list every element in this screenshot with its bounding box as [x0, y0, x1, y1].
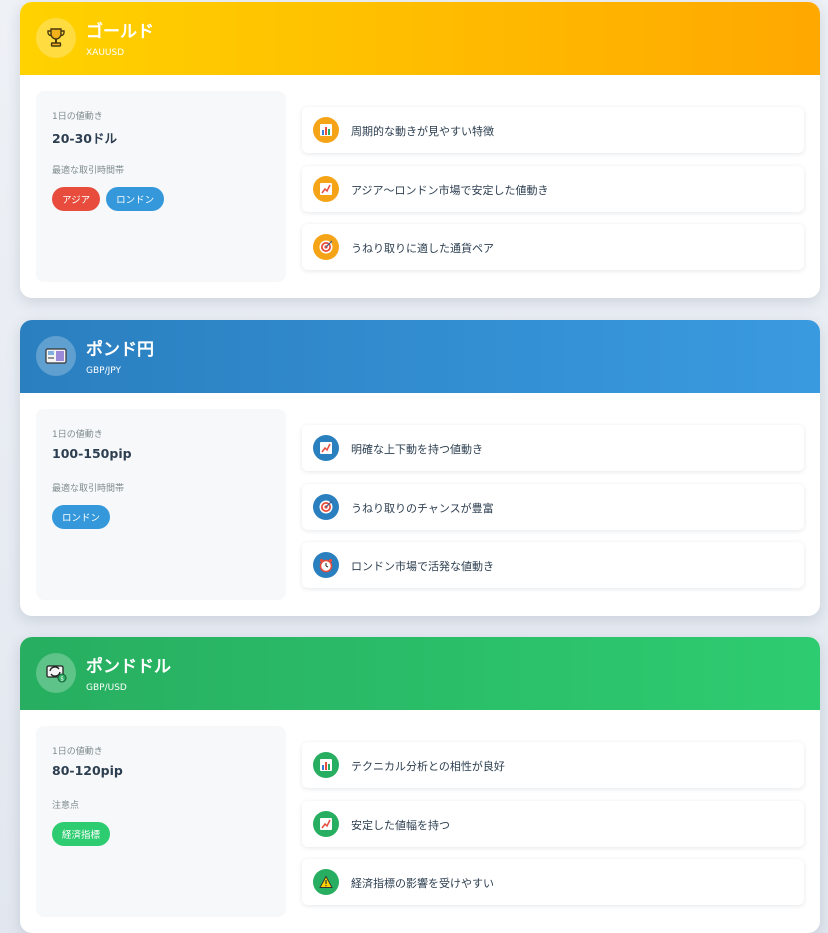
feature-item: アジア～ロンドン市場で安定した値動き — [302, 166, 804, 212]
feature-text: 明確な上下動を持つ値動き — [351, 443, 483, 456]
range-label: 1日の値動き — [52, 112, 103, 122]
range-label: 1日の値動き — [52, 430, 103, 440]
target-icon — [313, 494, 339, 520]
feature-item: 経済指標の影響を受けやすい — [302, 859, 804, 905]
feature-item: テクニカル分析との相性が良好 — [302, 742, 804, 788]
bar-chart-icon — [313, 752, 339, 778]
session-badges: アジア ロンドン — [52, 187, 165, 211]
card-body: 1日の値動き 100-150pip 最適な取引時間帯 ロンドン 明確な上下動を持… — [20, 393, 820, 616]
feature-text: 周期的な動きが見やすい特徴 — [351, 125, 494, 138]
feature-item: 周期的な動きが見やすい特徴 — [302, 107, 804, 153]
card-header: ポンド円 GBP/JPY — [20, 320, 820, 393]
card-header: ゴールド XAUUSD — [20, 2, 820, 75]
warning-icon — [313, 869, 339, 895]
badge-economic-indicators: 経済指標 — [52, 822, 111, 846]
target-icon — [313, 234, 339, 260]
session-badges: ロンドン — [52, 505, 111, 529]
range-value: 80-120pip — [52, 763, 123, 778]
feature-text: 経済指標の影響を受けやすい — [351, 877, 494, 890]
card-title: ポンドドル — [86, 657, 171, 677]
session-label: 最適な取引時間帯 — [52, 166, 125, 176]
info-panel: 1日の値動き 80-120pip 注意点 経済指標 — [36, 726, 286, 917]
card-body: 1日の値動き 80-120pip 注意点 経済指標 テクニカル分析との相性が良好… — [20, 710, 820, 933]
caution-badges: 経済指標 — [52, 822, 111, 846]
badge-london: ロンドン — [106, 187, 165, 211]
banknote-icon — [36, 336, 76, 376]
feature-text: アジア～ロンドン市場で安定した値動き — [351, 184, 549, 197]
feature-text: うねり取りに適した通貨ペア — [351, 242, 494, 255]
svg-text:$: $ — [60, 676, 64, 683]
pair-card-gbpusd: $ ポンドドル GBP/USD 1日の値動き 80-120pip 注意点 経済指… — [20, 637, 820, 933]
caution-label: 注意点 — [52, 801, 80, 811]
feature-item: 明確な上下動を持つ値動き — [302, 425, 804, 471]
pair-card-gold: ゴールド XAUUSD 1日の値動き 20-30ドル 最適な取引時間帯 アジア … — [20, 2, 820, 298]
card-header: $ ポンドドル GBP/USD — [20, 637, 820, 710]
feature-item: うねり取りに適した通貨ペア — [302, 224, 804, 270]
trophy-icon — [36, 18, 76, 58]
badge-asia: アジア — [52, 187, 101, 211]
feature-item: 安定した値幅を持つ — [302, 801, 804, 847]
currency-exchange-icon: $ — [36, 653, 76, 693]
card-symbol: XAUUSD — [86, 48, 125, 58]
feature-item: ロンドン市場で活発な値動き — [302, 542, 804, 588]
card-body: 1日の値動き 20-30ドル 最適な取引時間帯 アジア ロンドン 周期的な動きが… — [20, 75, 820, 298]
range-value: 100-150pip — [52, 446, 132, 461]
feature-text: テクニカル分析との相性が良好 — [351, 760, 505, 773]
feature-item: うねり取りのチャンスが豊富 — [302, 484, 804, 530]
trend-chart-icon — [313, 176, 339, 202]
feature-text: 安定した値幅を持つ — [351, 819, 450, 832]
feature-text: ロンドン市場で活発な値動き — [351, 560, 494, 573]
pair-card-gbpjpy: ポンド円 GBP/JPY 1日の値動き 100-150pip 最適な取引時間帯 … — [20, 320, 820, 616]
session-label: 最適な取引時間帯 — [52, 484, 125, 494]
trend-chart-icon — [313, 435, 339, 461]
range-value: 20-30ドル — [52, 131, 117, 146]
badge-london: ロンドン — [52, 505, 111, 529]
bar-chart-icon — [313, 117, 339, 143]
info-panel: 1日の値動き 20-30ドル 最適な取引時間帯 アジア ロンドン — [36, 91, 286, 282]
alarm-clock-icon — [313, 552, 339, 578]
info-panel: 1日の値動き 100-150pip 最適な取引時間帯 ロンドン — [36, 409, 286, 600]
trend-chart-icon — [313, 811, 339, 837]
card-title: ゴールド — [86, 22, 154, 42]
card-symbol: GBP/JPY — [86, 366, 121, 376]
range-label: 1日の値動き — [52, 747, 103, 757]
card-symbol: GBP/USD — [86, 683, 127, 693]
card-title: ポンド円 — [86, 340, 154, 360]
feature-text: うねり取りのチャンスが豊富 — [351, 502, 494, 515]
